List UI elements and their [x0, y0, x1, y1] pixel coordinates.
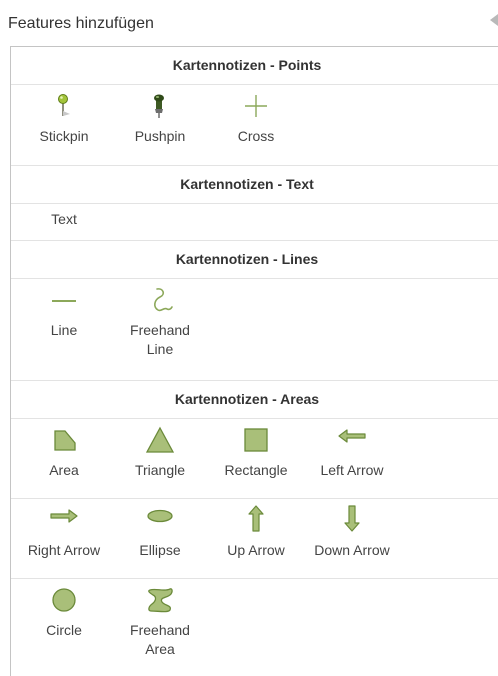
- template-label: Freehand Line: [130, 322, 190, 357]
- template-item-text[interactable]: Text: [16, 204, 112, 241]
- template-item-area[interactable]: Area: [16, 419, 112, 495]
- template-item-pushpin[interactable]: Pushpin: [112, 85, 208, 161]
- template-item-circle[interactable]: Circle: [16, 579, 112, 655]
- rectangle-icon: [241, 425, 271, 455]
- template-row: Area Triangle Rectangle Left Arrow: [11, 419, 498, 499]
- add-features-panel: Features hinzufügen Kartennotizen - Poin…: [0, 0, 498, 676]
- freehand-area-icon: [145, 585, 175, 615]
- template-item-line[interactable]: Line: [16, 279, 112, 355]
- pushpin-icon: [145, 91, 175, 121]
- template-item-down-arrow[interactable]: Down Arrow: [304, 499, 400, 575]
- template-label: Rectangle: [224, 462, 288, 478]
- template-item-up-arrow[interactable]: Up Arrow: [208, 499, 304, 575]
- template-item-left-arrow[interactable]: Left Arrow: [304, 419, 400, 495]
- template-label: Left Arrow: [320, 462, 384, 478]
- group-header-lines: Kartennotizen - Lines: [11, 241, 498, 279]
- template-label: Pushpin: [134, 128, 186, 144]
- left-arrow-icon: [337, 425, 367, 455]
- template-label: Circle: [46, 622, 82, 638]
- template-label: Freehand Area: [130, 622, 190, 657]
- template-label: Stickpin: [39, 128, 89, 144]
- template-label: Line: [50, 322, 78, 338]
- line-icon: [49, 285, 79, 315]
- template-item-freehand-area[interactable]: Freehand Area: [112, 579, 208, 657]
- area-icon: [49, 425, 79, 455]
- cross-icon: [241, 91, 271, 121]
- template-item-right-arrow[interactable]: Right Arrow: [16, 499, 112, 575]
- collapse-arrow-icon[interactable]: [486, 12, 498, 28]
- template-label: Right Arrow: [27, 542, 101, 558]
- template-label: Ellipse: [139, 542, 181, 558]
- template-picker: Kartennotizen - Points Stickpin Pushpin …: [10, 46, 498, 676]
- template-label: Down Arrow: [314, 542, 390, 558]
- template-item-stickpin[interactable]: Stickpin: [16, 85, 112, 161]
- template-row: Circle Freehand Area: [11, 579, 498, 676]
- ellipse-icon: [145, 505, 175, 535]
- triangle-icon: [145, 425, 175, 455]
- template-label: Text: [51, 211, 77, 227]
- group-header-points: Kartennotizen - Points: [11, 47, 498, 85]
- template-item-rectangle[interactable]: Rectangle: [208, 419, 304, 495]
- template-item-cross[interactable]: Cross: [208, 85, 304, 161]
- down-arrow-icon: [337, 505, 367, 535]
- template-row: Line Freehand Line: [11, 279, 498, 381]
- template-label: Triangle: [134, 462, 186, 478]
- group-header-text: Kartennotizen - Text: [11, 166, 498, 204]
- template-item-ellipse[interactable]: Ellipse: [112, 499, 208, 575]
- template-item-triangle[interactable]: Triangle: [112, 419, 208, 495]
- template-item-freehand-line[interactable]: Freehand Line: [112, 279, 208, 357]
- up-arrow-icon: [241, 505, 271, 535]
- group-header-areas: Kartennotizen - Areas: [11, 381, 498, 419]
- template-label: Up Arrow: [227, 542, 285, 558]
- template-row: Stickpin Pushpin Cross: [11, 85, 498, 166]
- template-label: Cross: [237, 128, 275, 144]
- freehand-line-icon: [145, 285, 175, 315]
- template-label: Area: [49, 462, 79, 478]
- panel-header: Features hinzufügen: [0, 0, 498, 46]
- stickpin-icon: [49, 91, 79, 121]
- panel-title: Features hinzufügen: [8, 15, 154, 32]
- right-arrow-icon: [49, 505, 79, 535]
- template-row: Text: [11, 204, 498, 241]
- template-row: Right Arrow Ellipse Up Arrow Down Arrow: [11, 499, 498, 579]
- circle-icon: [49, 585, 79, 615]
